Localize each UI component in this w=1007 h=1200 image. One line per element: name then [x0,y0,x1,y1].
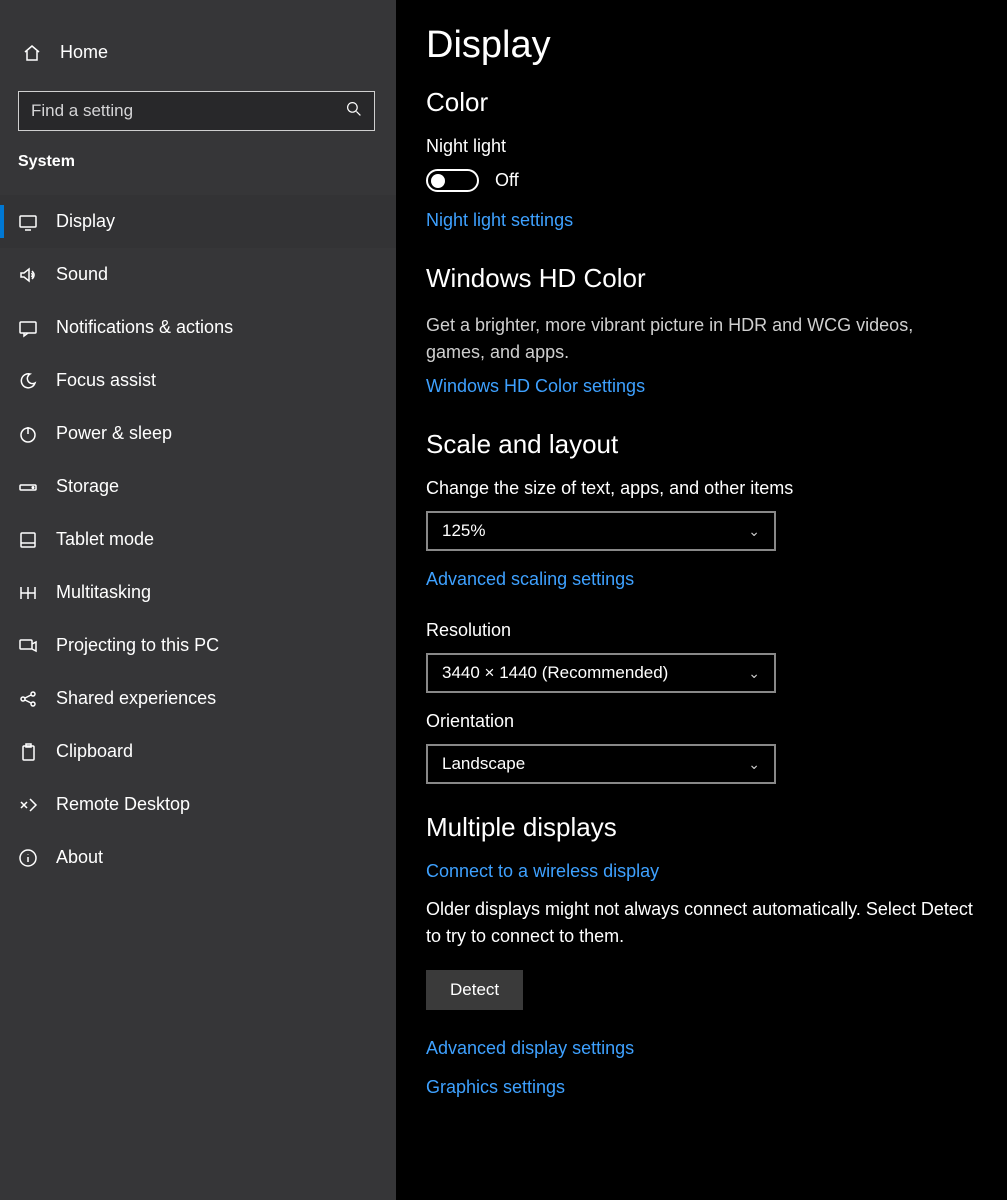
sidebar-item-shared-experiences[interactable]: Shared experiences [0,672,396,725]
sidebar-item-notifications[interactable]: Notifications & actions [0,301,396,354]
multitasking-icon [18,583,38,603]
clipboard-icon [18,742,38,762]
sidebar-item-label: Focus assist [56,370,156,391]
resolution-value: 3440 × 1440 (Recommended) [442,663,668,683]
sidebar-item-power-sleep[interactable]: Power & sleep [0,407,396,460]
graphics-settings-link[interactable]: Graphics settings [426,1077,565,1098]
sidebar: Home System Display Sound Notifications … [0,0,396,1200]
storage-icon [18,477,38,497]
remote-desktop-icon [18,795,38,815]
tablet-icon [18,530,38,550]
orientation-dropdown[interactable]: Landscape ⌄ [426,744,776,784]
page-title: Display [426,24,977,67]
advanced-scaling-link[interactable]: Advanced scaling settings [426,569,634,590]
home-label: Home [60,42,108,63]
sidebar-item-multitasking[interactable]: Multitasking [0,566,396,619]
section-header-system: System [0,153,396,171]
sidebar-item-label: Display [56,211,115,232]
older-displays-text: Older displays might not always connect … [426,896,977,950]
night-light-settings-link[interactable]: Night light settings [426,210,573,231]
chevron-down-icon: ⌄ [748,665,760,682]
display-icon [18,212,38,232]
orientation-label: Orientation [426,711,977,732]
search-input-container[interactable] [18,91,375,131]
connect-wireless-link[interactable]: Connect to a wireless display [426,861,659,882]
resolution-dropdown[interactable]: 3440 × 1440 (Recommended) ⌄ [426,653,776,693]
chevron-down-icon: ⌄ [748,523,760,540]
hd-color-settings-link[interactable]: Windows HD Color settings [426,376,645,397]
sidebar-item-label: Shared experiences [56,688,216,709]
night-light-toggle[interactable] [426,169,479,192]
sidebar-item-focus-assist[interactable]: Focus assist [0,354,396,407]
night-light-state: Off [495,170,519,191]
scale-dropdown[interactable]: 125% ⌄ [426,511,776,551]
sidebar-item-projecting[interactable]: Projecting to this PC [0,619,396,672]
section-color-heading: Color [426,87,977,118]
scale-size-label: Change the size of text, apps, and other… [426,478,977,499]
moon-icon [18,371,38,391]
section-multiple-displays-heading: Multiple displays [426,812,977,843]
sidebar-item-remote-desktop[interactable]: Remote Desktop [0,778,396,831]
sidebar-item-label: About [56,847,103,868]
sound-icon [18,265,38,285]
power-icon [18,424,38,444]
search-input[interactable] [31,101,346,121]
sidebar-item-tablet-mode[interactable]: Tablet mode [0,513,396,566]
scale-value: 125% [442,521,485,541]
night-light-label: Night light [426,136,977,157]
sidebar-item-label: Notifications & actions [56,317,233,338]
sidebar-item-label: Clipboard [56,741,133,762]
orientation-value: Landscape [442,754,525,774]
sidebar-item-label: Remote Desktop [56,794,190,815]
detect-button[interactable]: Detect [426,970,523,1010]
sidebar-item-label: Power & sleep [56,423,172,444]
sidebar-item-display[interactable]: Display [0,195,396,248]
sidebar-item-sound[interactable]: Sound [0,248,396,301]
notifications-icon [18,318,38,338]
hd-description: Get a brighter, more vibrant picture in … [426,312,977,366]
info-icon [18,848,38,868]
search-icon [346,101,362,122]
section-scale-heading: Scale and layout [426,429,977,460]
sidebar-item-about[interactable]: About [0,831,396,884]
sidebar-item-clipboard[interactable]: Clipboard [0,725,396,778]
chevron-down-icon: ⌄ [748,756,760,773]
sidebar-item-label: Sound [56,264,108,285]
sidebar-item-label: Projecting to this PC [56,635,219,656]
sidebar-item-label: Multitasking [56,582,151,603]
home-icon [22,43,42,63]
sidebar-item-label: Tablet mode [56,529,154,550]
share-icon [18,689,38,709]
sidebar-item-storage[interactable]: Storage [0,460,396,513]
resolution-label: Resolution [426,620,977,641]
home-button[interactable]: Home [0,32,396,73]
section-hd-heading: Windows HD Color [426,263,977,294]
advanced-display-link[interactable]: Advanced display settings [426,1038,634,1059]
sidebar-item-label: Storage [56,476,119,497]
main-panel: Display Color Night light Off Night ligh… [396,0,1007,1200]
projecting-icon [18,636,38,656]
